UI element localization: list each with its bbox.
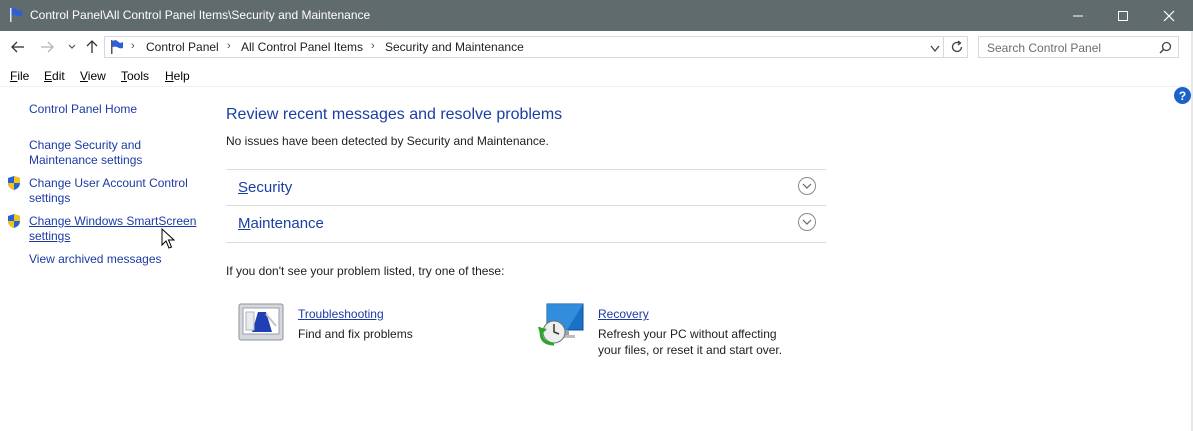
expand-chevron-down-icon[interactable] [798,177,816,195]
menu-tools[interactable]: Tools [121,69,149,83]
recovery-description-line2: your files, or reset it and start over. [598,343,783,357]
divider [943,37,944,57]
search-input[interactable]: Search Control Panel [978,36,1179,58]
maximize-button[interactable] [1100,0,1146,31]
recovery-icon[interactable] [537,302,585,349]
uac-shield-icon [6,175,22,191]
up-button[interactable] [83,38,101,56]
section-title-security: Security [238,179,293,196]
back-button[interactable] [9,38,27,56]
menu-bar: File Edit View Tools Help [0,66,1193,87]
close-button[interactable] [1146,0,1192,31]
menu-file[interactable]: File [10,69,29,83]
recovery-description-line1: Refresh your PC without affecting [598,327,777,341]
sidebar-link-smartscreen-line1[interactable]: Change Windows SmartScreen [29,214,196,229]
status-message: No issues have been detected by Security… [226,134,549,148]
section-title-maintenance: Maintenance [238,215,324,232]
refresh-icon[interactable] [950,40,964,57]
sidebar-link-uac-line1[interactable]: Change User Account Control [29,176,188,191]
sidebar-link-uac-line2[interactable]: settings [29,191,70,206]
address-dropdown-chevron-down-icon[interactable] [930,42,940,56]
menu-help[interactable]: Help [165,69,190,83]
breadcrumb-all-items[interactable]: All Control Panel Items [241,40,363,54]
recovery-link[interactable]: Recovery [598,307,649,321]
help-button[interactable]: ? [1174,87,1191,104]
search-placeholder: Search Control Panel [987,41,1102,55]
minimize-button[interactable] [1055,0,1101,31]
flag-icon [109,39,125,58]
recent-locations-chevron-down-icon[interactable] [63,38,81,56]
breadcrumb-separator-icon[interactable]: › [131,40,135,52]
breadcrumb-separator-icon[interactable]: › [371,40,375,52]
title-bar: Control Panel\All Control Panel Items\Se… [0,0,1193,31]
sidebar-link-view-archived[interactable]: View archived messages [29,252,162,267]
try-these-text: If you don't see your problem listed, tr… [226,264,505,278]
breadcrumb-security-maintenance[interactable]: Security and Maintenance [385,40,524,54]
sidebar-link-control-panel-home[interactable]: Control Panel Home [29,102,137,117]
address-bar[interactable]: › Control Panel › All Control Panel Item… [104,36,968,58]
flag-icon [8,7,24,26]
maintenance-section-header[interactable]: Maintenance [226,205,826,243]
breadcrumb-control-panel[interactable]: Control Panel [146,40,219,54]
security-section-header[interactable]: Security [226,169,826,206]
sidebar-link-smartscreen-line2[interactable]: settings [29,229,70,244]
troubleshooting-description: Find and fix problems [298,327,413,341]
troubleshooting-icon[interactable] [238,302,284,345]
smartscreen-shield-icon [6,213,22,229]
sidebar-link-change-security-line1[interactable]: Change Security and [29,138,141,153]
sidebar-link-change-security-line2[interactable]: Maintenance settings [29,153,142,168]
forward-button[interactable] [38,38,56,56]
window-title: Control Panel\All Control Panel Items\Se… [30,8,371,22]
page-title: Review recent messages and resolve probl… [226,106,563,123]
menu-edit[interactable]: Edit [44,69,65,83]
expand-chevron-down-icon[interactable] [798,213,816,231]
menu-view[interactable]: View [80,69,106,83]
mouse-pointer-icon [161,227,176,253]
search-icon[interactable] [1159,41,1172,57]
breadcrumb-separator-icon[interactable]: › [227,40,231,52]
troubleshooting-link[interactable]: Troubleshooting [298,307,384,321]
